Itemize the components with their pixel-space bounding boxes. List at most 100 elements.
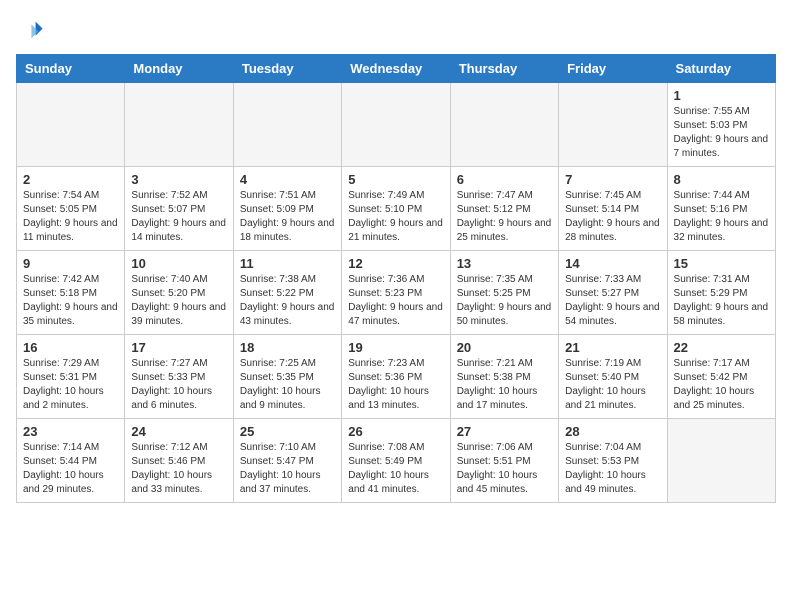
day-number: 25 xyxy=(240,424,335,439)
weekday-header: Wednesday xyxy=(342,55,450,83)
calendar-week-row: 1 Sunrise: 7:55 AM Sunset: 5:03 PM Daylig… xyxy=(17,83,776,167)
calendar-week-row: 2Sunrise: 7:54 AM Sunset: 5:05 PM Daylig… xyxy=(17,167,776,251)
weekday-header: Saturday xyxy=(667,55,775,83)
day-info: Sunrise: 7:06 AM Sunset: 5:51 PM Dayligh… xyxy=(457,441,552,497)
day-info: Sunrise: 7:31 AM Sunset: 5:29 PM Dayligh… xyxy=(674,273,769,329)
logo xyxy=(16,16,48,44)
calendar-cell: 6 Sunrise: 7:47 AM Sunset: 5:12 PM Daylig… xyxy=(450,167,558,251)
calendar-cell: 1 Sunrise: 7:55 AM Sunset: 5:03 PM Daylig… xyxy=(667,83,775,167)
calendar-header-row: SundayMondayTuesdayWednesdayThursdayFrid… xyxy=(17,55,776,83)
day-info: Sunrise: 7:04 AM Sunset: 5:53 PM Dayligh… xyxy=(565,441,660,497)
day-info: Sunrise: 7:36 AM Sunset: 5:23 PM Dayligh… xyxy=(348,273,443,329)
day-number: 1 xyxy=(674,88,769,103)
calendar-cell: 28 Sunrise: 7:04 AM Sunset: 5:53 PM Dayli… xyxy=(559,419,667,503)
day-number: 10 xyxy=(131,256,226,271)
day-number: 21 xyxy=(565,340,660,355)
calendar-cell: 19 Sunrise: 7:23 AM Sunset: 5:36 PM Dayli… xyxy=(342,335,450,419)
day-info: Sunrise: 7:14 AM Sunset: 5:44 PM Dayligh… xyxy=(23,441,118,497)
day-info: Sunrise: 7:29 AM Sunset: 5:31 PM Dayligh… xyxy=(23,357,118,413)
day-number: 26 xyxy=(348,424,443,439)
page-header xyxy=(16,16,776,44)
day-info: Sunrise: 7:52 AM Sunset: 5:07 PM Dayligh… xyxy=(131,189,226,245)
calendar-cell xyxy=(450,83,558,167)
calendar-cell: 26 Sunrise: 7:08 AM Sunset: 5:49 PM Dayli… xyxy=(342,419,450,503)
day-number: 28 xyxy=(565,424,660,439)
calendar-cell: 17 Sunrise: 7:27 AM Sunset: 5:33 PM Dayli… xyxy=(125,335,233,419)
day-number: 5 xyxy=(348,172,443,187)
calendar-cell: 27 Sunrise: 7:06 AM Sunset: 5:51 PM Dayli… xyxy=(450,419,558,503)
calendar-cell: 24 Sunrise: 7:12 AM Sunset: 5:46 PM Dayli… xyxy=(125,419,233,503)
calendar-cell: 18 Sunrise: 7:25 AM Sunset: 5:35 PM Dayli… xyxy=(233,335,341,419)
calendar-cell: 12 Sunrise: 7:36 AM Sunset: 5:23 PM Dayli… xyxy=(342,251,450,335)
day-number: 17 xyxy=(131,340,226,355)
calendar-week-row: 23 Sunrise: 7:14 AM Sunset: 5:44 PM Dayli… xyxy=(17,419,776,503)
day-number: 13 xyxy=(457,256,552,271)
calendar-cell: 8 Sunrise: 7:44 AM Sunset: 5:16 PM Daylig… xyxy=(667,167,775,251)
calendar-cell: 13 Sunrise: 7:35 AM Sunset: 5:25 PM Dayli… xyxy=(450,251,558,335)
calendar-cell xyxy=(667,419,775,503)
weekday-header: Thursday xyxy=(450,55,558,83)
day-info: Sunrise: 7:25 AM Sunset: 5:35 PM Dayligh… xyxy=(240,357,335,413)
calendar-cell: 10 Sunrise: 7:40 AM Sunset: 5:20 PM Dayli… xyxy=(125,251,233,335)
day-number: 22 xyxy=(674,340,769,355)
day-number: 3 xyxy=(131,172,226,187)
day-number: 14 xyxy=(565,256,660,271)
weekday-header: Tuesday xyxy=(233,55,341,83)
day-info: Sunrise: 7:27 AM Sunset: 5:33 PM Dayligh… xyxy=(131,357,226,413)
day-info: Sunrise: 7:49 AM Sunset: 5:10 PM Dayligh… xyxy=(348,189,443,245)
day-number: 12 xyxy=(348,256,443,271)
calendar-cell: 3 Sunrise: 7:52 AM Sunset: 5:07 PM Daylig… xyxy=(125,167,233,251)
calendar-cell: 21Sunrise: 7:19 AM Sunset: 5:40 PM Dayli… xyxy=(559,335,667,419)
calendar-table: SundayMondayTuesdayWednesdayThursdayFrid… xyxy=(16,54,776,503)
weekday-header: Friday xyxy=(559,55,667,83)
day-number: 15 xyxy=(674,256,769,271)
day-info: Sunrise: 7:08 AM Sunset: 5:49 PM Dayligh… xyxy=(348,441,443,497)
day-info: Sunrise: 7:10 AM Sunset: 5:47 PM Dayligh… xyxy=(240,441,335,497)
logo-icon xyxy=(16,16,44,44)
day-number: 11 xyxy=(240,256,335,271)
day-number: 4 xyxy=(240,172,335,187)
day-info: Sunrise: 7:38 AM Sunset: 5:22 PM Dayligh… xyxy=(240,273,335,329)
day-number: 23 xyxy=(23,424,118,439)
calendar-cell xyxy=(342,83,450,167)
day-number: 2 xyxy=(23,172,118,187)
calendar-cell xyxy=(125,83,233,167)
day-info: Sunrise: 7:44 AM Sunset: 5:16 PM Dayligh… xyxy=(674,189,769,245)
day-number: 8 xyxy=(674,172,769,187)
calendar-week-row: 16 Sunrise: 7:29 AM Sunset: 5:31 PM Dayli… xyxy=(17,335,776,419)
day-info: Sunrise: 7:12 AM Sunset: 5:46 PM Dayligh… xyxy=(131,441,226,497)
calendar-cell xyxy=(559,83,667,167)
day-info: Sunrise: 7:55 AM Sunset: 5:03 PM Dayligh… xyxy=(674,105,769,161)
calendar-cell: 11 Sunrise: 7:38 AM Sunset: 5:22 PM Dayli… xyxy=(233,251,341,335)
day-info: Sunrise: 7:35 AM Sunset: 5:25 PM Dayligh… xyxy=(457,273,552,329)
day-info: Sunrise: 7:51 AM Sunset: 5:09 PM Dayligh… xyxy=(240,189,335,245)
calendar-cell xyxy=(17,83,125,167)
day-number: 6 xyxy=(457,172,552,187)
day-info: Sunrise: 7:21 AM Sunset: 5:38 PM Dayligh… xyxy=(457,357,552,413)
calendar-cell: 15 Sunrise: 7:31 AM Sunset: 5:29 PM Dayli… xyxy=(667,251,775,335)
calendar-cell: 9Sunrise: 7:42 AM Sunset: 5:18 PM Daylig… xyxy=(17,251,125,335)
calendar-cell: 5 Sunrise: 7:49 AM Sunset: 5:10 PM Daylig… xyxy=(342,167,450,251)
weekday-header: Monday xyxy=(125,55,233,83)
day-number: 18 xyxy=(240,340,335,355)
day-number: 9 xyxy=(23,256,118,271)
day-info: Sunrise: 7:45 AM Sunset: 5:14 PM Dayligh… xyxy=(565,189,660,245)
calendar-cell: 25 Sunrise: 7:10 AM Sunset: 5:47 PM Dayli… xyxy=(233,419,341,503)
day-number: 20 xyxy=(457,340,552,355)
calendar-cell: 14 Sunrise: 7:33 AM Sunset: 5:27 PM Dayli… xyxy=(559,251,667,335)
day-number: 27 xyxy=(457,424,552,439)
day-info: Sunrise: 7:17 AM Sunset: 5:42 PM Dayligh… xyxy=(674,357,769,413)
day-number: 19 xyxy=(348,340,443,355)
day-number: 24 xyxy=(131,424,226,439)
day-info: Sunrise: 7:33 AM Sunset: 5:27 PM Dayligh… xyxy=(565,273,660,329)
calendar-cell: 16 Sunrise: 7:29 AM Sunset: 5:31 PM Dayli… xyxy=(17,335,125,419)
calendar-cell: 4 Sunrise: 7:51 AM Sunset: 5:09 PM Daylig… xyxy=(233,167,341,251)
day-number: 7 xyxy=(565,172,660,187)
day-number: 16 xyxy=(23,340,118,355)
day-info: Sunrise: 7:47 AM Sunset: 5:12 PM Dayligh… xyxy=(457,189,552,245)
weekday-header: Sunday xyxy=(17,55,125,83)
day-info: Sunrise: 7:23 AM Sunset: 5:36 PM Dayligh… xyxy=(348,357,443,413)
calendar-cell: 22 Sunrise: 7:17 AM Sunset: 5:42 PM Dayli… xyxy=(667,335,775,419)
calendar-cell: 20 Sunrise: 7:21 AM Sunset: 5:38 PM Dayli… xyxy=(450,335,558,419)
day-info: Sunrise: 7:40 AM Sunset: 5:20 PM Dayligh… xyxy=(131,273,226,329)
